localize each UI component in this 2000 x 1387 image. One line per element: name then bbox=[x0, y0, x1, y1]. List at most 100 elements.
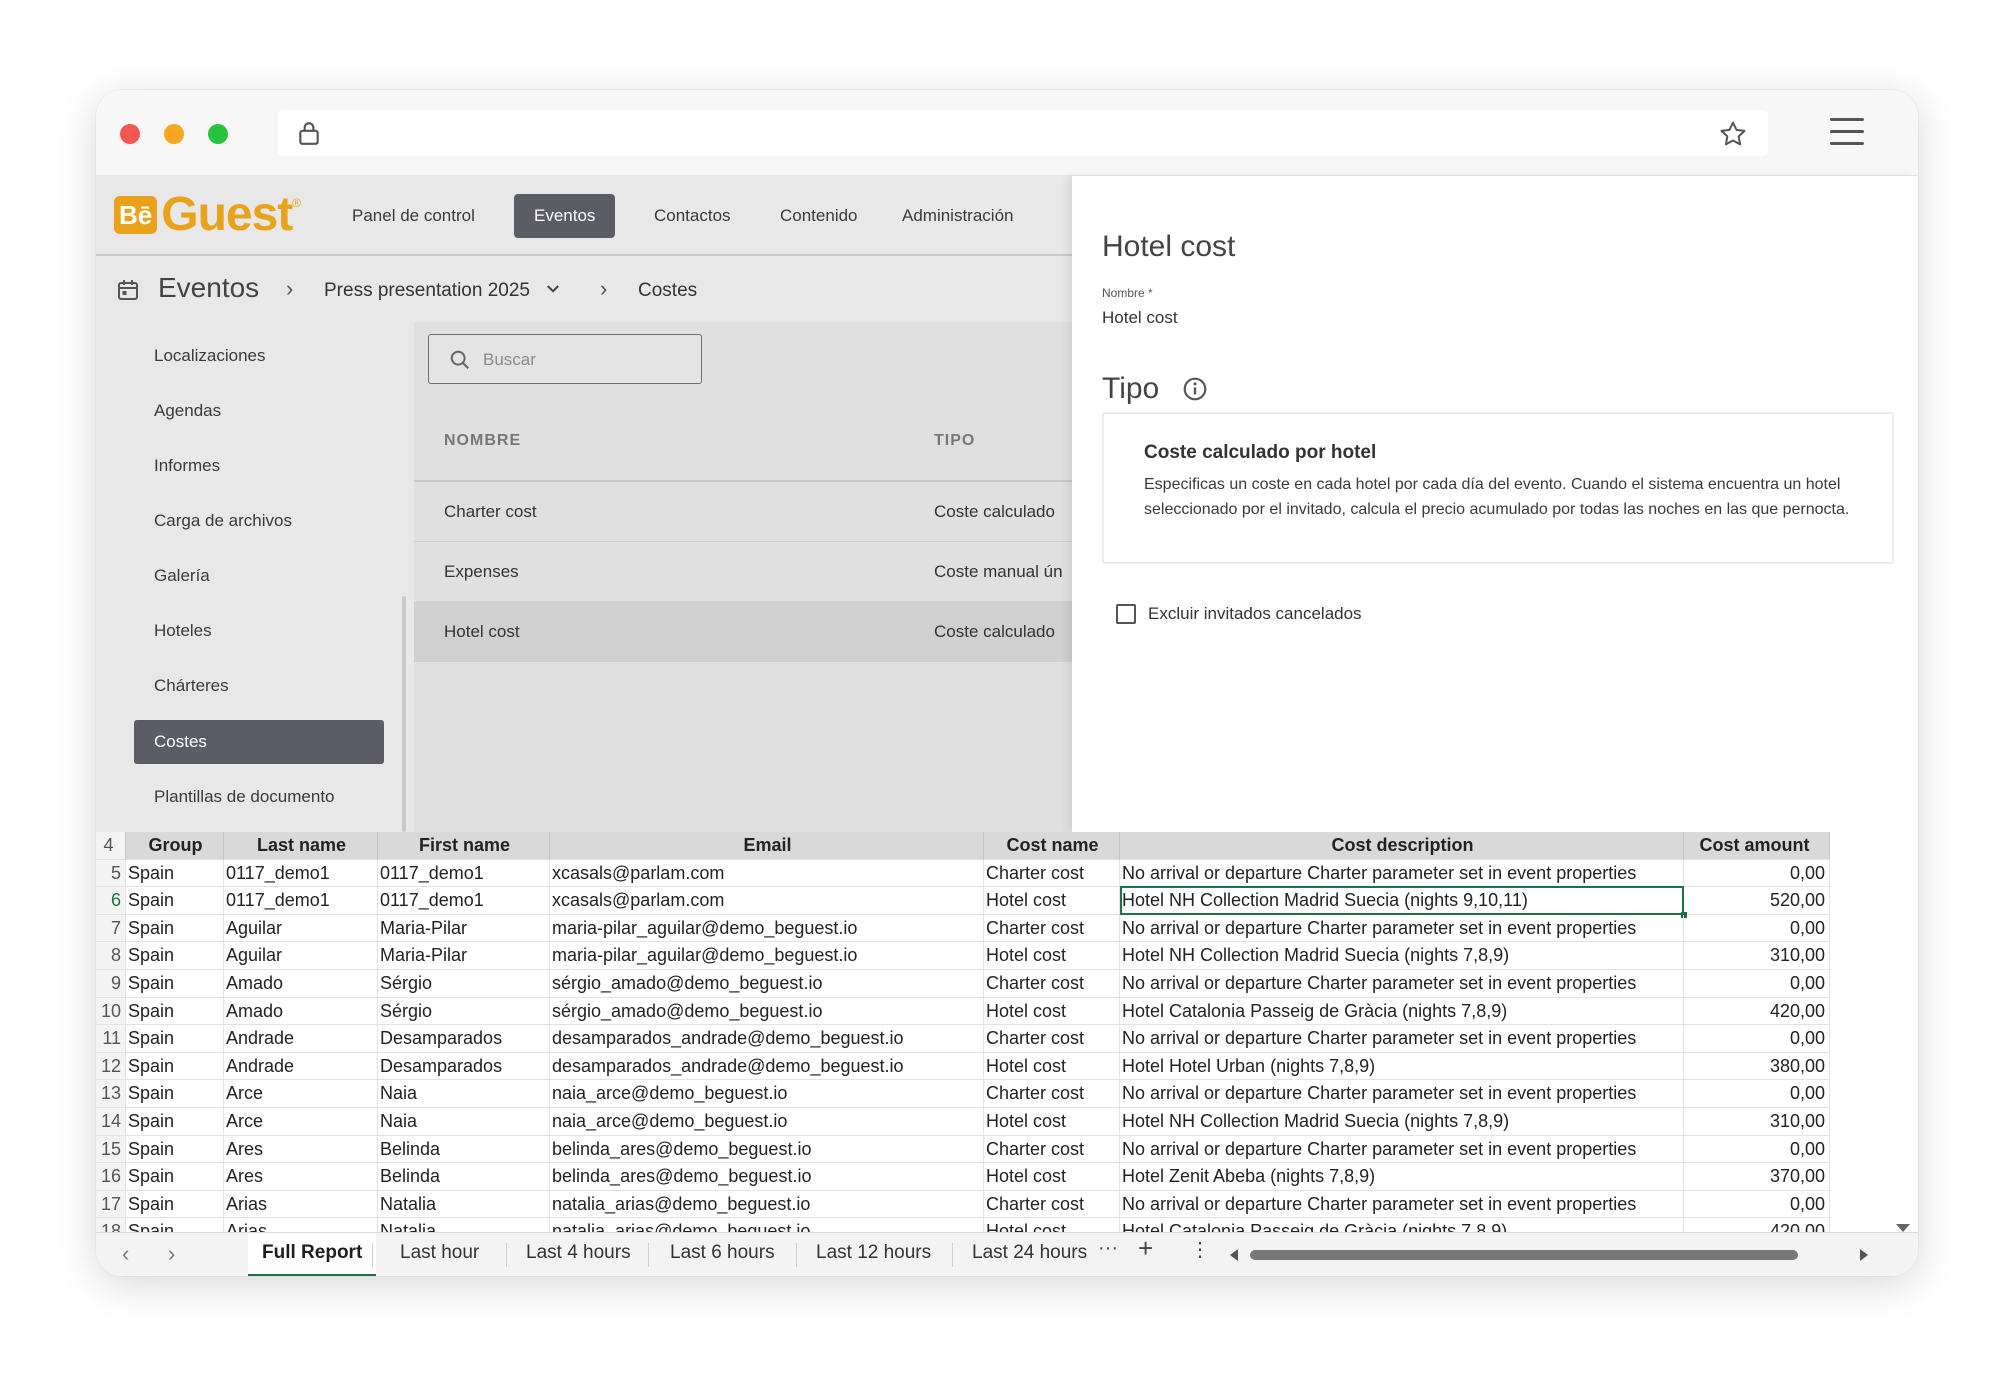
row-number[interactable]: 8 bbox=[96, 942, 126, 970]
cell-cost-name[interactable]: Hotel cost bbox=[984, 1108, 1120, 1136]
cell-last-name[interactable]: Arias bbox=[224, 1218, 378, 1232]
row-number[interactable]: 16 bbox=[96, 1163, 126, 1191]
list-item-selected[interactable]: Hotel cost Coste calculado bbox=[414, 602, 1072, 662]
list-item[interactable]: Expenses Coste manual ún bbox=[414, 542, 1072, 602]
cell-first-name[interactable]: Natalia bbox=[378, 1190, 550, 1219]
cell-first-name[interactable]: Naia bbox=[378, 1108, 550, 1136]
add-sheet-icon[interactable]: + bbox=[1138, 1233, 1153, 1264]
row-number[interactable]: 4 bbox=[96, 832, 126, 860]
cell-cost-name[interactable]: Charter cost bbox=[984, 970, 1120, 998]
cell-cost-name[interactable]: Hotel cost bbox=[984, 887, 1120, 915]
cell-first-name[interactable]: Desamparados bbox=[378, 1025, 550, 1053]
cell-first-name[interactable]: Sérgio bbox=[378, 997, 550, 1026]
cell-email[interactable]: xcasals@parlam.com bbox=[550, 859, 984, 888]
cell-cost-name[interactable]: Charter cost bbox=[984, 1080, 1120, 1108]
cell-group[interactable]: Spain bbox=[126, 1108, 224, 1136]
column-header-group[interactable]: Group bbox=[126, 832, 224, 860]
maximize-window-button[interactable] bbox=[208, 124, 228, 144]
cell-cost-name[interactable]: Hotel cost bbox=[984, 942, 1120, 970]
cell-cost-amount[interactable]: 310,00 bbox=[1684, 942, 1830, 970]
cell-email[interactable]: natalia_arias@demo_beguest.io bbox=[550, 1218, 984, 1232]
nav-panel-de-control[interactable]: Panel de control bbox=[332, 194, 495, 238]
cell-group[interactable]: Spain bbox=[126, 1135, 224, 1164]
cell-last-name[interactable]: Amado bbox=[224, 970, 378, 998]
cell-first-name[interactable]: Natalia bbox=[378, 1218, 550, 1232]
column-header-nombre[interactable]: NOMBRE bbox=[444, 432, 521, 450]
cell-email[interactable]: maria-pilar_aguilar@demo_beguest.io bbox=[550, 914, 984, 943]
cell-group[interactable]: Spain bbox=[126, 942, 224, 970]
cell-last-name[interactable]: Aguilar bbox=[224, 942, 378, 970]
cell-cost-description[interactable]: No arrival or departure Charter paramete… bbox=[1120, 1190, 1684, 1219]
cell-first-name[interactable]: Belinda bbox=[378, 1135, 550, 1164]
cell-email[interactable]: maria-pilar_aguilar@demo_beguest.io bbox=[550, 942, 984, 970]
sheet-tab-last-hour[interactable]: Last hour bbox=[386, 1233, 493, 1276]
sidebar-item-carga-de-archivos[interactable]: Carga de archivos bbox=[134, 499, 384, 543]
beguest-logo[interactable]: Bē Guest ® bbox=[114, 191, 301, 239]
cell-cost-name[interactable]: Hotel cost bbox=[984, 1218, 1120, 1232]
search-input[interactable]: Buscar bbox=[428, 334, 702, 384]
row-number[interactable]: 9 bbox=[96, 970, 126, 998]
cell-group[interactable]: Spain bbox=[126, 859, 224, 888]
cell-last-name[interactable]: 0117_demo1 bbox=[224, 887, 378, 915]
cell-cost-description[interactable]: Hotel NH Collection Madrid Suecia (night… bbox=[1120, 942, 1684, 970]
cell-group[interactable]: Spain bbox=[126, 1218, 224, 1232]
sidebar-item-galeria[interactable]: Galería bbox=[134, 554, 384, 598]
cell-cost-amount[interactable]: 310,00 bbox=[1684, 1108, 1830, 1136]
cell-last-name[interactable]: Arce bbox=[224, 1080, 378, 1108]
cell-email[interactable]: sérgio_amado@demo_beguest.io bbox=[550, 970, 984, 998]
cell-cost-description[interactable]: Hotel Hotel Urban (nights 7,8,9) bbox=[1120, 1052, 1684, 1081]
row-number[interactable]: 18 bbox=[96, 1218, 126, 1232]
cell-last-name[interactable]: Arias bbox=[224, 1190, 378, 1219]
row-number[interactable]: 11 bbox=[96, 1025, 126, 1053]
cell-last-name[interactable]: Ares bbox=[224, 1135, 378, 1164]
cell-first-name[interactable]: Maria-Pilar bbox=[378, 914, 550, 943]
sidebar-item-informes[interactable]: Informes bbox=[134, 444, 384, 488]
scrollbar-thumb[interactable] bbox=[1250, 1250, 1798, 1260]
cell-cost-name[interactable]: Charter cost bbox=[984, 1025, 1120, 1053]
cell-cost-name[interactable]: Hotel cost bbox=[984, 1052, 1120, 1081]
more-tabs-icon[interactable]: ··· bbox=[1098, 1237, 1118, 1260]
row-number[interactable]: 7 bbox=[96, 914, 126, 943]
cell-first-name[interactable]: Desamparados bbox=[378, 1052, 550, 1081]
column-header-cost-description[interactable]: Cost description bbox=[1120, 832, 1684, 860]
cell-email[interactable]: belinda_ares@demo_beguest.io bbox=[550, 1163, 984, 1191]
cell-group[interactable]: Spain bbox=[126, 997, 224, 1026]
address-bar[interactable] bbox=[278, 110, 1768, 156]
cell-email[interactable]: xcasals@parlam.com bbox=[550, 887, 984, 915]
row-number[interactable]: 6 bbox=[96, 887, 126, 915]
cell-cost-description[interactable]: Hotel Catalonia Passeig de Gràcia (night… bbox=[1120, 997, 1684, 1026]
cell-group[interactable]: Spain bbox=[126, 1025, 224, 1053]
cell-last-name[interactable]: Andrade bbox=[224, 1052, 378, 1081]
hamburger-menu-icon[interactable] bbox=[1830, 118, 1864, 146]
row-number[interactable]: 10 bbox=[96, 997, 126, 1026]
cell-group[interactable]: Spain bbox=[126, 1190, 224, 1219]
list-item[interactable]: Charter cost Coste calculado bbox=[414, 482, 1072, 542]
column-header-first-name[interactable]: First name bbox=[378, 832, 550, 860]
cell-cost-description[interactable]: No arrival or departure Charter paramete… bbox=[1120, 914, 1684, 943]
sidebar-item-agendas[interactable]: Agendas bbox=[134, 389, 384, 433]
sheet-tab-last-6-hours[interactable]: Last 6 hours bbox=[656, 1233, 789, 1276]
scroll-down-arrow-icon[interactable] bbox=[1896, 1224, 1910, 1232]
horizontal-scrollbar[interactable] bbox=[1226, 1247, 1872, 1263]
cell-cost-name[interactable]: Charter cost bbox=[984, 1135, 1120, 1164]
scroll-left-arrow-icon[interactable] bbox=[1230, 1249, 1238, 1261]
cell-email[interactable]: belinda_ares@demo_beguest.io bbox=[550, 1135, 984, 1164]
cell-cost-amount[interactable]: 0,00 bbox=[1684, 1135, 1830, 1164]
name-field[interactable]: Hotel cost bbox=[1102, 308, 1178, 328]
nav-contenido[interactable]: Contenido bbox=[760, 194, 878, 238]
cell-cost-description[interactable]: Hotel NH Collection Madrid Suecia (night… bbox=[1120, 1108, 1684, 1136]
exclude-cancelled-checkbox[interactable] bbox=[1116, 604, 1136, 624]
sidebar-item-charteres[interactable]: Chárteres bbox=[134, 664, 384, 708]
close-window-button[interactable] bbox=[120, 124, 140, 144]
cell-cost-description[interactable]: No arrival or departure Charter paramete… bbox=[1120, 1080, 1684, 1108]
cell-cost-name[interactable]: Hotel cost bbox=[984, 997, 1120, 1026]
row-number[interactable]: 12 bbox=[96, 1052, 126, 1081]
breadcrumb-page[interactable]: Costes bbox=[638, 280, 697, 302]
cell-cost-name[interactable]: Hotel cost bbox=[984, 1163, 1120, 1191]
cell-cost-amount[interactable]: 420,00 bbox=[1684, 997, 1830, 1026]
column-header-email[interactable]: Email bbox=[550, 832, 984, 860]
cell-email[interactable]: desamparados_andrade@demo_beguest.io bbox=[550, 1052, 984, 1081]
cell-email[interactable]: naia_arce@demo_beguest.io bbox=[550, 1080, 984, 1108]
scroll-right-arrow-icon[interactable] bbox=[1860, 1249, 1868, 1261]
chevron-right-icon[interactable]: › bbox=[168, 1241, 175, 1267]
